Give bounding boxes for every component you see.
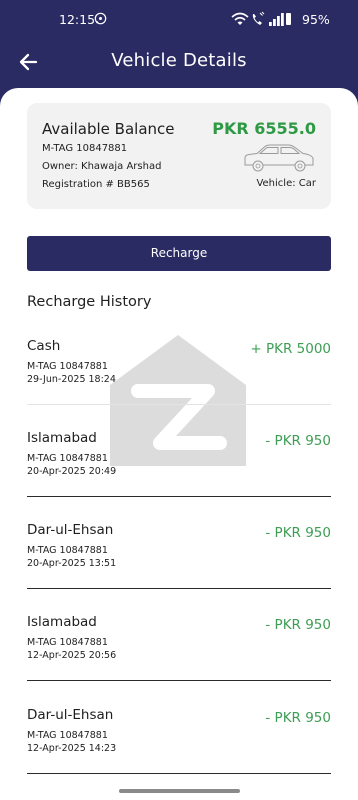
history-item-amount: - PKR 950	[265, 433, 331, 449]
history-item-tag: M-TAG 10847881	[27, 361, 108, 372]
title-bar: Vehicle Details	[0, 40, 358, 84]
battery-percent: 95%	[302, 12, 330, 27]
history-item-title: Islamabad	[27, 614, 97, 630]
vehicle-type: Vehicle: Car	[256, 178, 316, 189]
balance-amount: PKR 6555.0	[212, 119, 316, 138]
page-title: Vehicle Details	[111, 50, 247, 71]
history-item-tag: M-TAG 10847881	[27, 453, 108, 464]
row-divider	[27, 496, 331, 497]
history-item[interactable]: Islamabad - PKR 950 M-TAG 10847881 20-Ap…	[27, 422, 331, 508]
status-time: 12:15	[59, 12, 96, 27]
status-bar: 12:15 95%	[0, 0, 358, 40]
history-item-title: Islamabad	[27, 430, 97, 446]
wifi-icon	[231, 12, 249, 25]
history-item-title: Cash	[27, 338, 61, 354]
row-divider	[27, 588, 331, 589]
balance-title: Available Balance	[42, 120, 175, 138]
history-item-amount: - PKR 950	[265, 617, 331, 633]
row-divider	[27, 404, 331, 405]
history-item-amount: - PKR 950	[265, 710, 331, 726]
car-icon	[244, 144, 314, 172]
owner-name: Owner: Khawaja Arshad	[42, 161, 162, 172]
history-item-tag: M-TAG 10847881	[27, 545, 108, 556]
home-indicator[interactable]	[119, 789, 240, 793]
history-item-date: 20-Apr-2025 13:51	[27, 558, 117, 569]
phone-icon	[252, 11, 265, 25]
history-item-date: 29-Jun-2025 18:24	[27, 374, 116, 385]
history-item-title: Dar-ul-Ehsan	[27, 522, 114, 538]
recharge-button[interactable]: Recharge	[27, 236, 331, 271]
history-item-tag: M-TAG 10847881	[27, 637, 108, 648]
row-divider	[27, 773, 331, 774]
history-item-date: 12-Apr-2025 14:23	[27, 743, 117, 754]
history-item[interactable]: Islamabad - PKR 950 M-TAG 10847881 12-Ap…	[27, 606, 331, 692]
history-item[interactable]: Cash + PKR 5000 M-TAG 10847881 29-Jun-20…	[27, 330, 331, 416]
balance-card: Available Balance PKR 6555.0 M-TAG 10847…	[27, 103, 331, 209]
history-item-title: Dar-ul-Ehsan	[27, 707, 114, 723]
history-item-amount: + PKR 5000	[250, 341, 331, 357]
history-item-date: 20-Apr-2025 20:49	[27, 466, 117, 477]
whatsapp-icon	[94, 12, 107, 25]
recharge-history-title: Recharge History	[27, 294, 152, 310]
history-item-date: 12-Apr-2025 20:56	[27, 650, 117, 661]
history-item-tag: M-TAG 10847881	[27, 730, 108, 741]
history-item[interactable]: Dar-ul-Ehsan - PKR 950 M-TAG 10847881 20…	[27, 514, 331, 600]
history-item-amount: - PKR 950	[265, 525, 331, 541]
history-item[interactable]: Dar-ul-Ehsan - PKR 950 M-TAG 10847881 12…	[27, 699, 331, 785]
signal-icon	[269, 13, 284, 26]
registration-number: Registration # BB565	[42, 179, 150, 190]
row-divider	[27, 680, 331, 681]
mtag-number: M-TAG 10847881	[42, 143, 128, 154]
battery-icon	[286, 13, 291, 25]
status-icons	[231, 11, 291, 26]
